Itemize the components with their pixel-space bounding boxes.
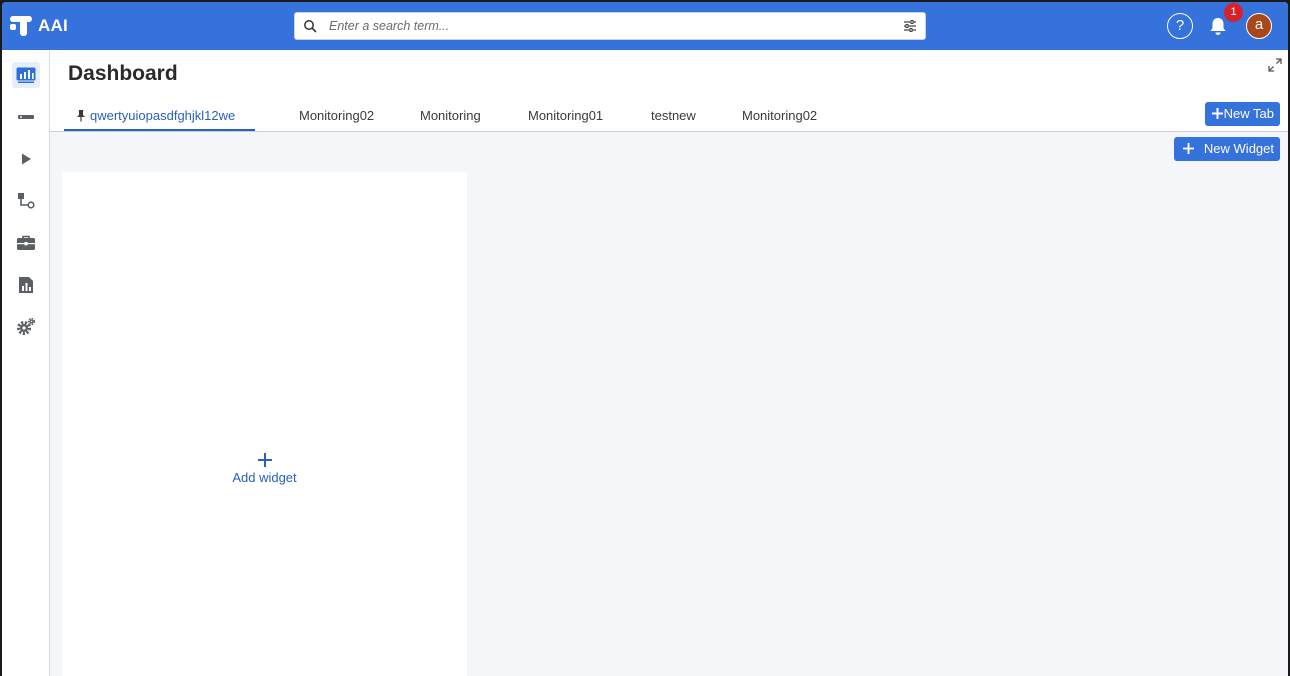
tab-label: qwertyuiopasdfghjkl12we (90, 108, 236, 123)
sidebar (2, 50, 50, 676)
notification-badge: 1 (1224, 3, 1243, 22)
search-icon (304, 20, 317, 33)
tab-qwertyuiopasdfghjkl12we[interactable]: qwertyuiopasdfghjkl12we (64, 103, 256, 131)
top-bar: AAI ? 1 a (2, 2, 1288, 50)
help-button[interactable]: ? (1167, 13, 1193, 39)
tab-monitoring02[interactable]: Monitoring02 (299, 103, 374, 131)
new-widget-label: New Widget (1203, 141, 1274, 156)
tab-label: testnew (651, 108, 696, 123)
settings-gears-icon (17, 317, 36, 335)
add-widget-button[interactable]: Add widget (62, 452, 467, 485)
sidebar-item-reports[interactable] (12, 272, 40, 298)
pin-icon (77, 110, 85, 122)
empty-widget-slot: Add widget (62, 172, 467, 676)
tab-label: Monitoring01 (528, 108, 604, 123)
tab-label: Monitoring02 (742, 108, 818, 123)
search-input[interactable] (329, 17, 889, 35)
main-content: Dashboard qwertyuiopasdfghjkl12we Monito… (50, 50, 1288, 676)
help-icon: ? (1175, 17, 1185, 34)
expand-icon[interactable] (1268, 58, 1282, 72)
new-tab-label: New Tab (1223, 106, 1274, 121)
sidebar-item-devices[interactable] (12, 104, 40, 130)
tab-monitoring02-second[interactable]: Monitoring02 (742, 103, 817, 131)
tab-testnew[interactable]: testnew (651, 103, 696, 131)
add-icon (257, 453, 272, 467)
tab-label: Monitoring (420, 108, 481, 123)
play-icon (22, 153, 31, 165)
plus-icon (1211, 108, 1223, 119)
tab-monitoring[interactable]: Monitoring (420, 103, 481, 131)
sidebar-item-settings[interactable] (12, 314, 40, 340)
page-title: Dashboard (68, 62, 178, 85)
plus-icon (1182, 143, 1194, 154)
tab-monitoring01[interactable]: Monitoring01 (528, 103, 603, 131)
search-bar[interactable] (294, 12, 926, 40)
tab-label: Monitoring02 (299, 108, 375, 123)
sidebar-item-workflows[interactable] (12, 188, 40, 214)
new-tab-button[interactable]: New Tab (1204, 102, 1280, 126)
sidebar-item-run[interactable] (12, 146, 40, 172)
minus-bar-icon (18, 115, 34, 119)
user-avatar[interactable]: a (1246, 13, 1272, 39)
sidebar-item-dashboard[interactable] (12, 62, 40, 88)
dashboard-canvas: New Widget Add widget (50, 132, 1288, 676)
dashboard-tabs: qwertyuiopasdfghjkl12we Monitoring02 Mon… (50, 103, 1288, 132)
logo-icon (10, 16, 32, 36)
add-widget-label: Add widget (232, 470, 297, 485)
toolbox-icon (17, 235, 35, 250)
workflow-icon (18, 193, 35, 209)
notification-bell-icon[interactable] (1208, 16, 1228, 36)
filter-sliders-icon[interactable] (903, 20, 917, 32)
dashboard-chart-icon (16, 67, 36, 83)
new-widget-button[interactable]: New Widget (1173, 137, 1280, 161)
logo-text: AAI (38, 16, 68, 35)
app-logo[interactable]: AAI (8, 14, 68, 38)
report-icon (19, 277, 33, 293)
sidebar-item-toolbox[interactable] (12, 230, 40, 256)
app-window: AAI ? 1 a (2, 2, 1288, 676)
